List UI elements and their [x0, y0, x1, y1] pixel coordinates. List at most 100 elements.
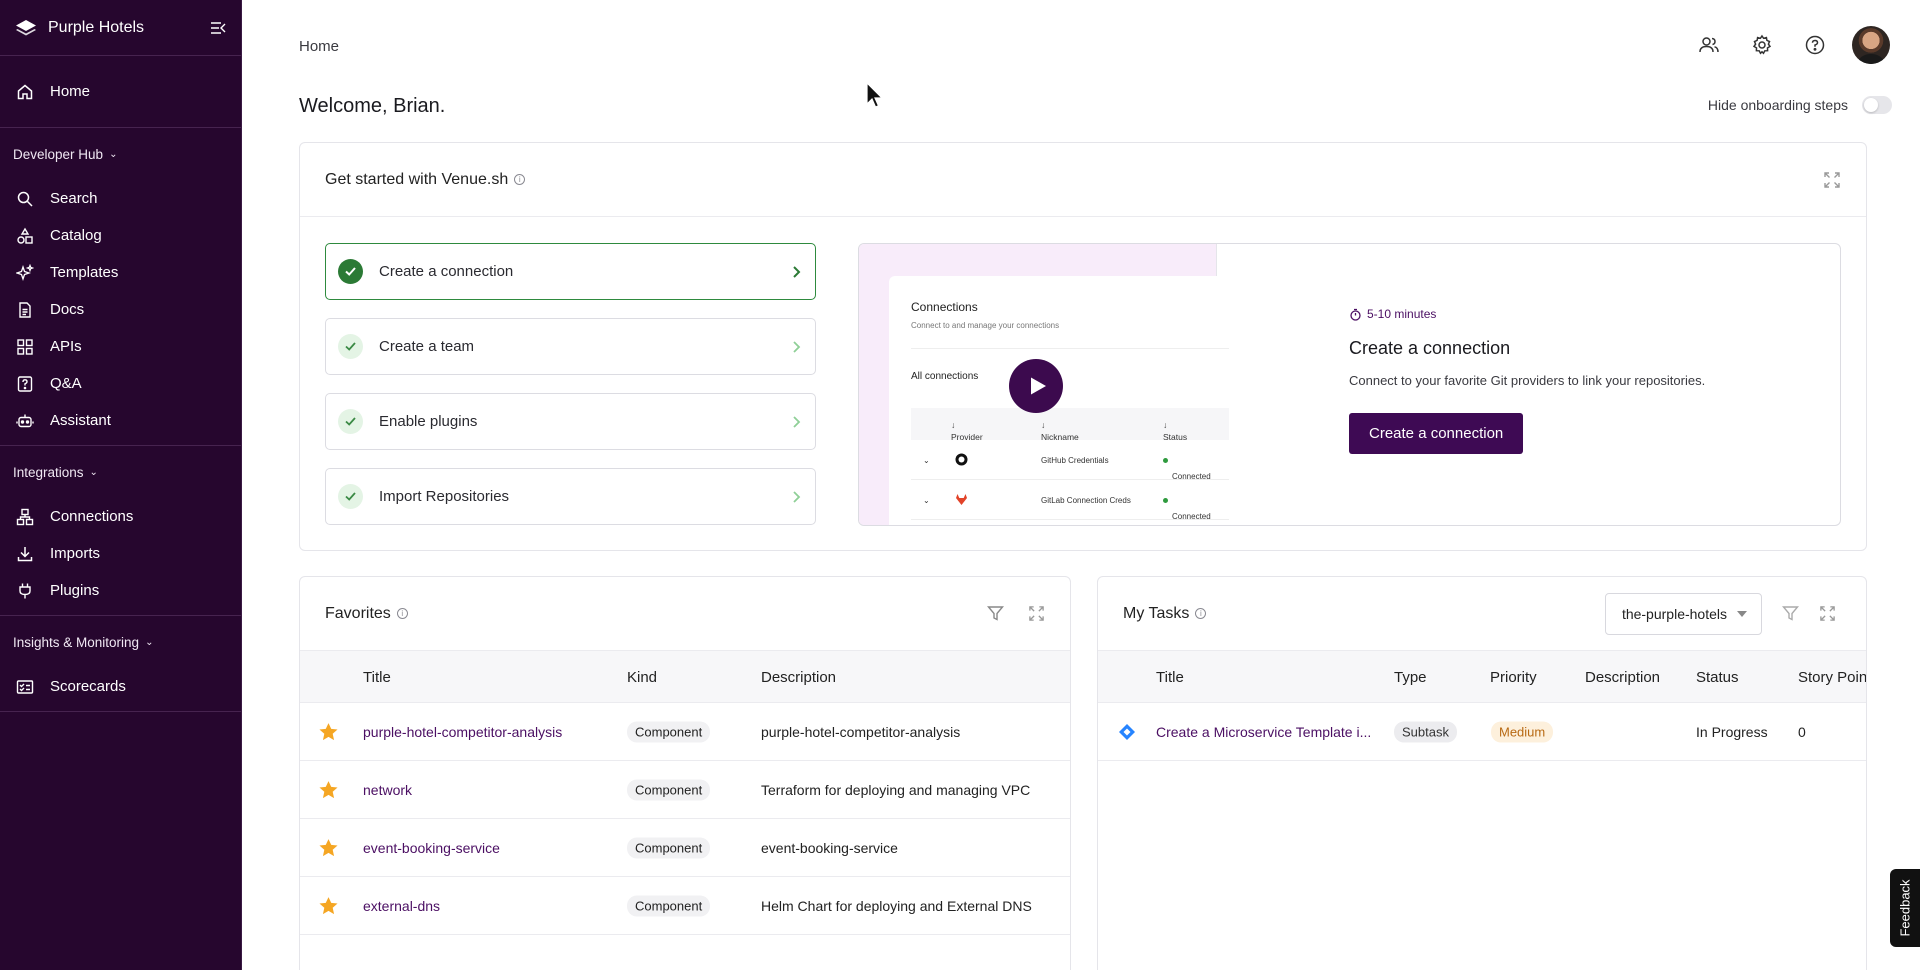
star-icon[interactable]	[318, 779, 339, 800]
column-header[interactable]: Description	[761, 669, 836, 686]
table-row: network Component Terraform for deployin…	[300, 761, 1070, 819]
filter-icon[interactable]	[1782, 605, 1799, 622]
section-insights-monitoring[interactable]: Insights & Monitoring ⌄	[0, 616, 241, 668]
info-icon[interactable]: i	[514, 174, 526, 185]
kind-badge: Component	[627, 895, 711, 916]
check-icon	[338, 484, 363, 509]
sidebar-item-home[interactable]: Home	[0, 73, 241, 110]
favorite-link[interactable]: network	[363, 782, 412, 798]
gear-icon[interactable]	[1751, 34, 1773, 56]
table-header: Title Type Priority Description Status S…	[1098, 651, 1866, 703]
robot-icon	[16, 414, 34, 427]
sidebar-item-label: Imports	[50, 545, 101, 562]
step-enable-plugins[interactable]: Enable plugins	[325, 393, 816, 450]
video-thumbnail[interactable]: Connections Connect to and manage your c…	[859, 244, 1229, 525]
expand-icon[interactable]	[1028, 605, 1045, 622]
column-header[interactable]: Title	[1156, 669, 1184, 686]
avatar[interactable]	[1852, 26, 1890, 64]
sidebar-item-imports[interactable]: Imports	[0, 535, 241, 572]
sidebar-item-qa[interactable]: Q&A	[0, 365, 241, 402]
step-detail-title: Create a connection	[1349, 338, 1511, 358]
task-link[interactable]: Create a Microservice Template i...	[1156, 724, 1371, 740]
info-icon[interactable]: i	[396, 608, 408, 619]
section-integrations[interactable]: Integrations ⌄	[0, 446, 241, 498]
expand-icon[interactable]	[1819, 605, 1836, 622]
step-detail: 5-10 minutes Create a connection Connect…	[1349, 307, 1705, 454]
play-button[interactable]	[1009, 359, 1063, 413]
video-status-label: Connected	[1172, 512, 1211, 521]
star-icon[interactable]	[318, 837, 339, 858]
favorite-link[interactable]: event-booking-service	[363, 840, 500, 856]
sidebar-item-plugins[interactable]: Plugins	[0, 572, 241, 609]
sidebar-item-templates[interactable]: Templates	[0, 254, 241, 291]
page-title: Welcome, Brian.	[299, 95, 446, 117]
kind-badge: Component	[627, 779, 711, 800]
column-header[interactable]: Description	[1585, 669, 1660, 686]
step-label: Import Repositories	[379, 488, 510, 505]
star-icon[interactable]	[318, 895, 339, 916]
column-header[interactable]: Status	[1696, 669, 1739, 686]
step-label: Enable plugins	[379, 413, 478, 430]
sidebar-item-docs[interactable]: Docs	[0, 291, 241, 328]
users-icon[interactable]	[1698, 34, 1720, 56]
table-row: Create a Microservice Template i... Subt…	[1098, 703, 1866, 761]
sidebar-item-label: APIs	[50, 338, 82, 355]
video-title: Connections	[911, 300, 978, 314]
sidebar-item-catalog[interactable]: Catalog	[0, 217, 241, 254]
sidebar-item-assistant[interactable]: Assistant	[0, 402, 241, 439]
column-header[interactable]: Priority	[1490, 669, 1537, 686]
card-header: My Tasks i the-purple-hotels	[1098, 577, 1866, 651]
sidebar-item-label: Home	[50, 83, 91, 100]
create-connection-button[interactable]: Create a connection	[1349, 413, 1524, 454]
top-actions	[1667, 26, 1890, 64]
expand-icon[interactable]	[1823, 171, 1841, 189]
play-icon	[1031, 377, 1046, 395]
card-header: Get started with Venue.sh i	[300, 143, 1866, 217]
chevron-right-icon	[793, 415, 801, 428]
favorite-description: purple-hotel-competitor-analysis	[761, 723, 961, 740]
feedback-button[interactable]: Feedback	[1890, 869, 1920, 947]
step-label: Create a team	[379, 338, 475, 355]
video-row: ⌄ GitLab Connection Creds Connected	[911, 480, 1229, 521]
video-nickname: GitHub Credentials	[1041, 456, 1109, 465]
section-label: Developer Hub	[13, 146, 104, 162]
card-title: Favorites	[325, 604, 391, 622]
filter-icon[interactable]	[987, 605, 1004, 622]
sidebar-item-connections[interactable]: Connections	[0, 498, 241, 535]
section-developer-hub[interactable]: Developer Hub ⌄	[0, 128, 241, 180]
sidebar-item-apis[interactable]: APIs	[0, 328, 241, 365]
jira-icon	[1119, 723, 1135, 740]
column-header[interactable]: Type	[1394, 669, 1427, 686]
star-icon[interactable]	[318, 721, 339, 742]
hide-onboarding-toggle[interactable]	[1862, 96, 1892, 114]
chevron-down-icon: ⌄	[923, 496, 930, 505]
video-row: ⌄ GitHub Credentials Connected	[911, 440, 1229, 481]
download-icon	[17, 546, 33, 561]
brand-logo-icon	[16, 19, 36, 35]
sidebar-item-label: Q&A	[50, 375, 82, 392]
column-header[interactable]: Story Poin	[1798, 669, 1866, 686]
chevron-right-icon	[793, 340, 801, 353]
step-create-connection[interactable]: Create a connection	[325, 243, 816, 300]
video-section: All connections	[911, 371, 979, 382]
info-icon[interactable]: i	[1195, 608, 1207, 619]
collapse-sidebar-icon[interactable]	[209, 19, 227, 37]
connections-icon	[16, 508, 34, 525]
sidebar: Purple Hotels Home Developer Hub ⌄ Search…	[0, 0, 242, 970]
sidebar-item-search[interactable]: Search	[0, 180, 241, 217]
task-type-badge: Subtask	[1394, 721, 1457, 742]
breadcrumb[interactable]: Home	[299, 38, 339, 55]
column-header[interactable]: Kind	[627, 669, 657, 686]
sidebar-item-scorecards[interactable]: Scorecards	[0, 668, 241, 705]
help-icon[interactable]	[1804, 34, 1826, 56]
onboarding-steps: Create a connection Create a team Enable…	[325, 243, 816, 543]
caret-down-icon	[1737, 610, 1747, 617]
step-import-repositories[interactable]: Import Repositories	[325, 468, 816, 525]
step-create-team[interactable]: Create a team	[325, 318, 816, 375]
column-header[interactable]: Title	[363, 669, 391, 686]
sidebar-item-label: Search	[50, 190, 98, 207]
favorite-link[interactable]: external-dns	[363, 898, 440, 914]
table-row: external-dns Component Helm Chart for de…	[300, 877, 1070, 935]
favorite-link[interactable]: purple-hotel-competitor-analysis	[363, 724, 562, 740]
project-select[interactable]: the-purple-hotels	[1604, 592, 1762, 635]
